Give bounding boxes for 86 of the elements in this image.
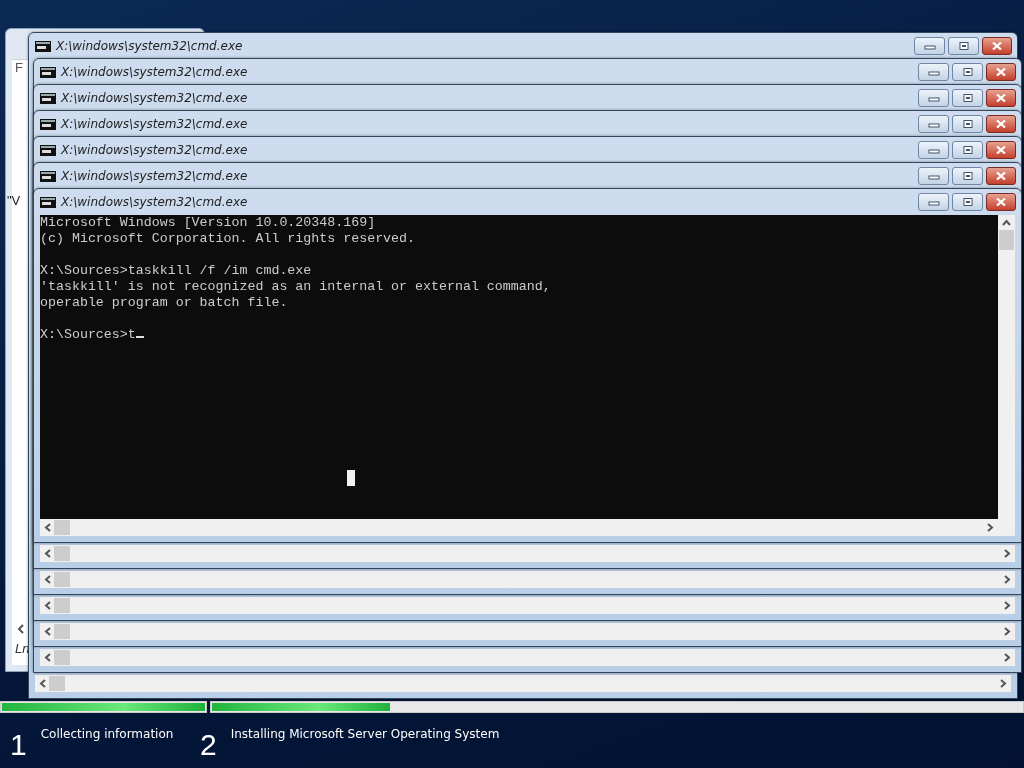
horizontal-scrollbar[interactable] <box>40 597 1015 614</box>
maximize-icon <box>957 42 970 50</box>
text-cursor <box>135 336 144 338</box>
window-title: X:\windows\system32\cmd.exe <box>61 143 249 157</box>
maximize-icon <box>961 198 974 206</box>
scrollbar-thumb[interactable] <box>54 650 70 665</box>
text-fragment: "V <box>7 193 21 208</box>
horizontal-scrollbar[interactable] <box>40 545 1015 562</box>
step-number: 2 <box>200 730 217 760</box>
window-title: X:\windows\system32\cmd.exe <box>61 169 249 183</box>
scrollbar-thumb[interactable] <box>54 598 70 613</box>
close-icon <box>991 42 1003 50</box>
minimize-icon <box>927 198 940 206</box>
scrollbar-thumb[interactable] <box>999 230 1014 250</box>
minimize-icon <box>927 120 940 128</box>
step-number: 1 <box>10 730 27 760</box>
console-line: Microsoft Windows [Version 10.0.20348.169] <box>40 215 377 231</box>
console-icon <box>40 66 56 78</box>
minimize-button[interactable] <box>918 115 949 133</box>
maximize-icon <box>961 120 974 128</box>
maximize-icon <box>961 94 974 102</box>
close-button[interactable] <box>986 63 1016 81</box>
minimize-button[interactable] <box>918 141 949 159</box>
console-icon <box>40 118 56 130</box>
console-line: X:\Sources>taskkill /f /im cmd.exe <box>40 263 313 279</box>
text-fragment: F <box>15 60 23 75</box>
maximize-button[interactable] <box>952 115 983 133</box>
console-icon <box>35 40 51 52</box>
horizontal-scrollbar[interactable] <box>40 649 1015 666</box>
scrollbar-thumb[interactable] <box>54 624 70 639</box>
console-line: (c) Microsoft Corporation. All rights reserved. <box>40 231 417 247</box>
horizontal-scrollbar[interactable] <box>40 571 1015 588</box>
console-icon <box>40 170 56 182</box>
horizontal-scrollbar[interactable] <box>35 675 1011 692</box>
command-prompt: X:\Sources>t <box>40 327 136 342</box>
maximize-button[interactable] <box>948 37 979 55</box>
window-title: X:\windows\system32\cmd.exe <box>61 117 249 131</box>
step-label: Installing Microsoft Server Operating System <box>230 727 500 741</box>
close-icon <box>995 146 1007 154</box>
console-icon <box>40 92 56 104</box>
close-button[interactable] <box>986 167 1016 185</box>
console-icon <box>40 144 56 156</box>
close-button[interactable] <box>986 89 1016 107</box>
minimize-button[interactable] <box>918 63 949 81</box>
minimize-icon <box>923 42 936 50</box>
close-icon <box>995 198 1007 206</box>
block-cursor <box>347 470 355 486</box>
minimize-icon <box>927 172 940 180</box>
close-button[interactable] <box>982 37 1012 55</box>
window-title: X:\windows\system32\cmd.exe <box>61 195 249 209</box>
horizontal-scrollbar[interactable] <box>40 519 998 536</box>
maximize-button[interactable] <box>952 89 983 107</box>
close-icon <box>995 94 1007 102</box>
minimize-icon <box>927 94 940 102</box>
console-icon <box>40 196 56 208</box>
close-icon <box>995 120 1007 128</box>
minimize-button[interactable] <box>914 37 945 55</box>
close-button[interactable] <box>986 141 1016 159</box>
minimize-icon <box>927 146 940 154</box>
maximize-icon <box>961 172 974 180</box>
window-title: X:\windows\system32\cmd.exe <box>61 65 249 79</box>
console-line: operable program or batch file. <box>40 295 289 311</box>
minimize-icon <box>927 68 940 76</box>
maximize-button[interactable] <box>952 167 983 185</box>
maximize-icon <box>961 146 974 154</box>
maximize-button[interactable] <box>952 63 983 81</box>
close-button[interactable] <box>986 193 1016 211</box>
window-title: X:\windows\system32\cmd.exe <box>56 39 244 53</box>
vertical-scrollbar[interactable] <box>998 215 1015 519</box>
minimize-button[interactable] <box>918 167 949 185</box>
step-label: Collecting information <box>40 727 174 741</box>
horizontal-scrollbar[interactable] <box>40 623 1015 640</box>
maximize-icon <box>961 68 974 76</box>
scrollbar-thumb[interactable] <box>54 546 70 561</box>
console-line: 'taskkill' is not recognized as an internal or external command, <box>40 279 552 295</box>
close-icon <box>995 172 1007 180</box>
minimize-button[interactable] <box>918 89 949 107</box>
window-title: X:\windows\system32\cmd.exe <box>61 91 249 105</box>
close-button[interactable] <box>986 115 1016 133</box>
maximize-button[interactable] <box>952 193 983 211</box>
scrollbar-thumb[interactable] <box>54 520 70 535</box>
maximize-button[interactable] <box>952 141 983 159</box>
scrollbar-thumb[interactable] <box>54 572 70 587</box>
scrollbar-thumb[interactable] <box>49 676 65 691</box>
close-icon <box>995 68 1007 76</box>
minimize-button[interactable] <box>918 193 949 211</box>
